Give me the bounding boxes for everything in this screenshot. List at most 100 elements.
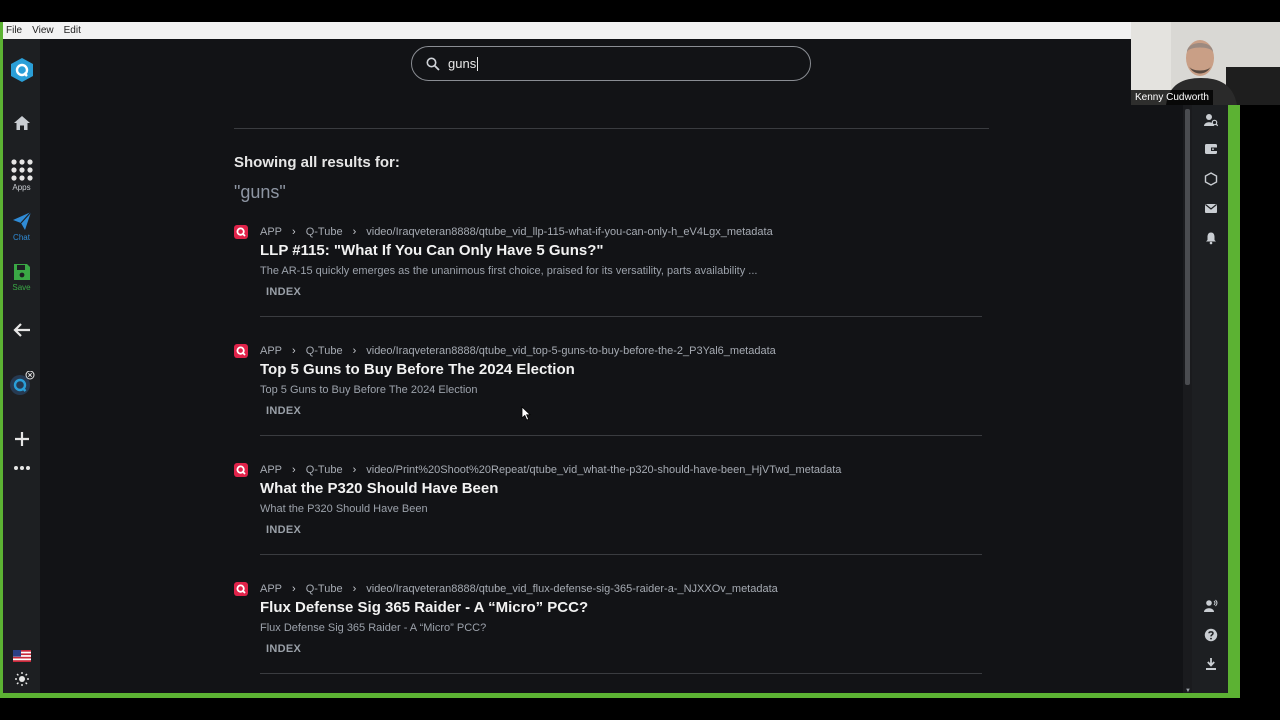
result-description: What the P320 Should Have Been — [260, 503, 428, 515]
result-description: Flux Defense Sig 365 Raider - A “Micro” … — [260, 622, 487, 634]
result-title[interactable]: Top 5 Guns to Buy Before The 2024 Electi… — [260, 361, 575, 378]
home-icon — [13, 116, 30, 130]
breadcrumb-source[interactable]: APP — [260, 464, 282, 476]
result-title[interactable]: LLP #115: "What If You Can Only Have 5 G… — [260, 242, 603, 259]
language-button[interactable] — [3, 650, 40, 662]
breadcrumb-app[interactable]: Q-Tube — [306, 345, 343, 357]
text-caret — [477, 57, 479, 72]
user-voice-icon[interactable] — [1204, 599, 1218, 613]
shield-icon[interactable] — [1204, 172, 1218, 186]
arrow-left-icon — [12, 323, 30, 337]
chevron-right-icon: › — [352, 583, 357, 595]
result-divider — [260, 316, 982, 317]
home-button[interactable] — [3, 115, 40, 131]
divider — [234, 128, 989, 129]
search-input[interactable]: guns — [448, 55, 479, 72]
breadcrumb-path[interactable]: video/Print%20Shoot%20Repeat/qtube_vid_w… — [366, 464, 841, 476]
result-item[interactable]: APP › Q-Tube › video/Iraqveteran8888/qtu… — [234, 581, 982, 693]
download-icon[interactable] — [1204, 657, 1218, 671]
apps-label: Apps — [12, 183, 31, 192]
q-tube-app-icon — [234, 344, 248, 358]
result-tag: INDEX — [266, 524, 302, 536]
left-sidebar: Apps Chat Save — [3, 39, 40, 693]
result-divider — [260, 673, 982, 674]
menu-view[interactable]: View — [32, 25, 54, 36]
chat-button[interactable]: Chat — [3, 211, 40, 242]
more-dots-icon — [13, 466, 30, 470]
scrollbar-thumb[interactable] — [1185, 109, 1190, 385]
breadcrumb-source[interactable]: APP — [260, 226, 282, 238]
breadcrumb-path[interactable]: video/Iraqveteran8888/qtube_vid_flux-def… — [366, 583, 778, 595]
result-tag: INDEX — [266, 286, 302, 298]
q-app-icon — [9, 371, 34, 395]
search-results-page: guns Showing all results for: "guns" APP… — [40, 39, 1183, 693]
back-button[interactable] — [3, 322, 40, 338]
scrollbar[interactable] — [1183, 105, 1192, 693]
results-heading: Showing all results for: — [234, 154, 400, 171]
breadcrumb: APP › Q-Tube › video/Iraqveteran8888/qtu… — [234, 343, 776, 359]
q-tube-app-icon — [234, 463, 248, 477]
help-icon[interactable] — [1204, 628, 1218, 642]
menu-bar: File View Edit — [3, 22, 1131, 39]
result-title[interactable]: Flux Defense Sig 365 Raider - A “Micro” … — [260, 599, 588, 616]
result-description: The AR-15 quickly emerges as the unanimo… — [260, 265, 758, 277]
save-label: Save — [12, 283, 31, 292]
chevron-right-icon: › — [352, 464, 357, 476]
result-item[interactable]: APP › Q-Tube › video/Iraqveteran8888/qtu… — [234, 343, 982, 462]
result-divider — [260, 435, 982, 436]
breadcrumb-source[interactable]: APP — [260, 583, 282, 595]
result-item[interactable]: APP › Q-Tube › video/Iraqveteran8888/qtu… — [234, 224, 982, 343]
chevron-right-icon: › — [352, 226, 357, 238]
breadcrumb-app[interactable]: Q-Tube — [306, 583, 343, 595]
search-bar[interactable]: guns — [411, 46, 811, 81]
apps-button[interactable]: Apps — [3, 159, 40, 192]
mail-icon[interactable] — [1204, 201, 1218, 215]
breadcrumb-source[interactable]: APP — [260, 345, 282, 357]
webcam-overlay: Kenny Cudworth — [1131, 22, 1280, 105]
logo-icon — [10, 58, 33, 82]
breadcrumb-path[interactable]: video/Iraqveteran8888/qtube_vid_llp-115-… — [366, 226, 772, 238]
chat-label: Chat — [13, 233, 30, 242]
theme-toggle[interactable] — [3, 672, 40, 686]
webcam-name-label: Kenny Cudworth — [1131, 90, 1213, 105]
menu-file[interactable]: File — [6, 25, 22, 36]
chevron-right-icon: › — [292, 345, 296, 357]
save-button[interactable]: Save — [3, 263, 40, 292]
user-search-icon[interactable] — [1204, 113, 1218, 127]
breadcrumb: APP › Q-Tube › video/Iraqveteran8888/qtu… — [234, 581, 778, 597]
chevron-right-icon: › — [292, 226, 296, 238]
q-tube-app-icon — [234, 582, 248, 596]
add-button[interactable] — [3, 431, 40, 447]
result-tag: INDEX — [266, 643, 302, 655]
chevron-right-icon: › — [292, 583, 296, 595]
results-query: "guns" — [234, 182, 286, 202]
menu-edit[interactable]: Edit — [64, 25, 81, 36]
open-app-button[interactable] — [3, 371, 40, 397]
apps-grid-icon — [10, 159, 33, 181]
chevron-right-icon: › — [352, 345, 357, 357]
breadcrumb-app[interactable]: Q-Tube — [306, 464, 343, 476]
scroll-down-arrow-icon[interactable]: ▼ — [1185, 688, 1191, 694]
search-input-value: guns — [448, 55, 477, 71]
breadcrumb-path[interactable]: video/Iraqveteran8888/qtube_vid_top-5-gu… — [366, 345, 776, 357]
q-tube-app-icon — [234, 225, 248, 239]
result-tag: INDEX — [266, 405, 302, 417]
paper-plane-icon — [12, 211, 31, 230]
more-button[interactable] — [3, 465, 40, 471]
breadcrumb: APP › Q-Tube › video/Iraqveteran8888/qtu… — [234, 224, 773, 240]
us-flag-icon — [12, 650, 31, 662]
result-item[interactable]: APP › Q-Tube › video/Print%20Shoot%20Rep… — [234, 462, 982, 581]
mouse-cursor-icon — [521, 406, 531, 421]
right-sidebar — [1192, 105, 1228, 693]
breadcrumb: APP › Q-Tube › video/Print%20Shoot%20Rep… — [234, 462, 841, 478]
breadcrumb-app[interactable]: Q-Tube — [306, 226, 343, 238]
search-icon — [426, 57, 440, 71]
result-divider — [260, 554, 982, 555]
plus-icon — [14, 432, 29, 446]
save-icon — [13, 264, 30, 280]
app-logo[interactable] — [3, 57, 40, 83]
result-title[interactable]: What the P320 Should Have Been — [260, 480, 498, 497]
wallet-icon[interactable] — [1204, 142, 1218, 156]
bell-icon[interactable] — [1204, 231, 1218, 245]
chevron-right-icon: › — [292, 464, 296, 476]
